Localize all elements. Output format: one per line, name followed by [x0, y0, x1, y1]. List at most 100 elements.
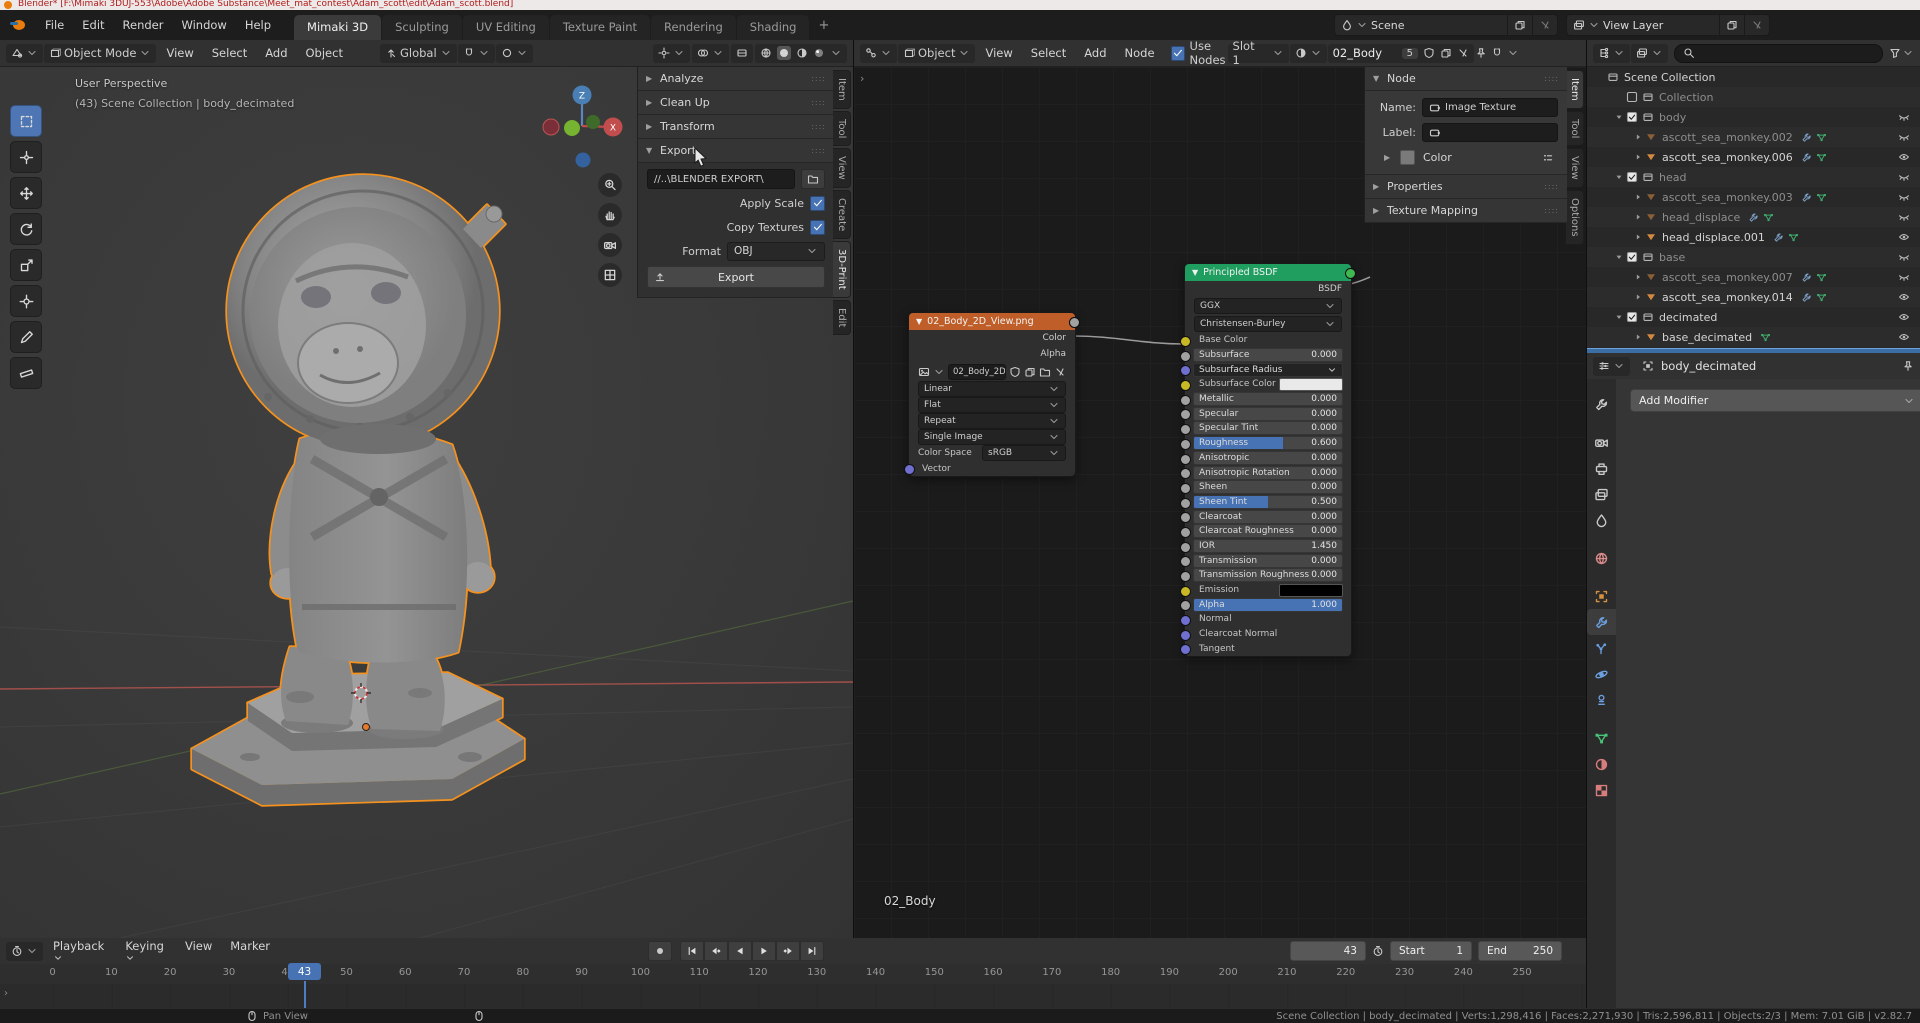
subsurface-slider[interactable]: Subsurface0.000: [1193, 348, 1343, 362]
sheen-tint-input-socket[interactable]: [1180, 498, 1191, 509]
eye-closed-icon[interactable]: [1898, 191, 1910, 203]
modifier-icon[interactable]: [1801, 272, 1812, 283]
color-swatch[interactable]: [1400, 150, 1415, 165]
tool-scale-button[interactable]: [10, 249, 42, 281]
modifier-icon[interactable]: [1801, 132, 1812, 143]
viewport-tab-edit[interactable]: Edit: [833, 300, 851, 335]
xray-toggle[interactable]: [731, 44, 753, 63]
sheen-tint-slider[interactable]: Sheen Tint0.500: [1193, 495, 1343, 509]
grip-icon[interactable]: ::::: [1544, 182, 1559, 191]
viewport-menu-object[interactable]: Object: [297, 43, 352, 63]
fake-user-icon[interactable]: [1423, 47, 1435, 59]
outliner-row-ascott-sea-monkey-006[interactable]: ascott_sea_monkey.006: [1587, 147, 1920, 167]
show-overlays-toggle[interactable]: [692, 44, 729, 63]
mesh-data-icon[interactable]: [1788, 232, 1799, 243]
modifier-icon[interactable]: [1801, 192, 1812, 203]
eye-closed-icon[interactable]: [1898, 131, 1910, 143]
timeline-ruler[interactable]: 0102030405060708090100110120130140150160…: [0, 964, 1586, 985]
image-icon[interactable]: [918, 366, 930, 378]
chevron-down-icon[interactable]: [1588, 19, 1600, 31]
tool-select-box-button[interactable]: [10, 105, 42, 137]
unlink-scene-icon[interactable]: [1539, 19, 1551, 31]
panel-texture-mapping[interactable]: ▶Texture Mapping::::: [1365, 199, 1567, 223]
eye-closed-icon[interactable]: [1898, 251, 1910, 263]
node-label-field[interactable]: [1422, 123, 1558, 142]
interpolation-dropdown[interactable]: Linear: [918, 381, 1066, 397]
prev-keyframe-button[interactable]: [704, 941, 728, 961]
node-name-field[interactable]: Image Texture: [1422, 98, 1558, 117]
eye-closed-icon[interactable]: [1898, 111, 1910, 123]
scene-selector[interactable]: Scene: [1334, 14, 1558, 36]
properties-tab-world[interactable]: [1587, 545, 1616, 571]
emission-input-socket[interactable]: [1180, 586, 1191, 597]
outliner-row-ascott-sea-monkey-007[interactable]: ascott_sea_monkey.007: [1587, 267, 1920, 287]
tool-transform-button[interactable]: [10, 285, 42, 317]
transmission-roughness-slider[interactable]: Transmission Roughness0.000: [1193, 568, 1343, 582]
toolbar-collapsed-arrow[interactable]: ›: [860, 72, 864, 85]
collection-checkbox[interactable]: [1626, 251, 1638, 263]
subsurface-color-input-socket[interactable]: [1180, 380, 1191, 391]
expand-down-icon[interactable]: [1614, 312, 1624, 322]
specular-tint-slider[interactable]: Specular Tint0.000: [1193, 421, 1343, 435]
panel-properties[interactable]: ▶Properties::::: [1365, 175, 1567, 199]
wireframe-shading-button[interactable]: [760, 47, 772, 59]
expand-right-icon[interactable]: [1633, 212, 1643, 222]
properties-tab-texture[interactable]: [1587, 777, 1616, 803]
modifier-icon[interactable]: [1773, 232, 1784, 243]
properties-tab-view-layer[interactable]: [1587, 481, 1616, 507]
viewport-tab-3d-print[interactable]: 3D-Print: [833, 241, 851, 298]
viewport-tab-item[interactable]: Item: [833, 70, 851, 109]
sheen-slider[interactable]: Sheen0.000: [1193, 480, 1343, 494]
chevron-down-icon[interactable]: [1507, 47, 1519, 59]
properties-tab-modifiers[interactable]: [1587, 609, 1616, 635]
source-dropdown[interactable]: Single Image: [918, 429, 1066, 445]
subsurface-method-dropdown[interactable]: Christensen-Burley: [1194, 316, 1342, 332]
tool-cursor-button[interactable]: [10, 141, 42, 173]
view-layer-name[interactable]: View Layer: [1603, 19, 1713, 32]
chevron-down-icon[interactable]: [1356, 19, 1368, 31]
roughness-input-socket[interactable]: [1180, 439, 1191, 450]
current-frame-badge[interactable]: 43: [288, 963, 321, 980]
material-name[interactable]: 02_Body: [1333, 46, 1397, 60]
expand-arrow-icon[interactable]: ▶: [1384, 153, 1392, 162]
subsurface-radius-dropdown[interactable]: Subsurface Radius: [1193, 363, 1343, 377]
eye-open-icon[interactable]: [1898, 311, 1910, 323]
end-frame-field[interactable]: End250: [1478, 941, 1562, 961]
menu-edit[interactable]: Edit: [73, 15, 113, 35]
clearcoat-input-socket[interactable]: [1180, 512, 1191, 523]
timeline-tracks[interactable]: ›: [0, 984, 1586, 1008]
format-dropdown[interactable]: OBJ: [727, 242, 825, 261]
pin-icon[interactable]: [1902, 360, 1914, 372]
vector-input-socket[interactable]: [904, 464, 915, 475]
new-scene-icon[interactable]: [1514, 19, 1526, 31]
sheen-input-socket[interactable]: [1180, 483, 1191, 494]
metallic-input-socket[interactable]: [1180, 395, 1191, 406]
browse-folder-button[interactable]: [801, 169, 825, 189]
specular-slider[interactable]: Specular0.000: [1193, 407, 1343, 421]
panel-analyze[interactable]: ▶Analyze::::: [638, 67, 834, 91]
eye-open-icon[interactable]: [1898, 331, 1910, 343]
properties-tab-object[interactable]: [1587, 583, 1616, 609]
menu-render[interactable]: Render: [114, 15, 173, 35]
expand-right-icon[interactable]: [1633, 292, 1643, 302]
material-users-count[interactable]: 5: [1402, 48, 1418, 59]
material-shading-button[interactable]: [796, 47, 808, 59]
eye-open-icon[interactable]: [1898, 231, 1910, 243]
outliner-search[interactable]: [1674, 44, 1883, 63]
ior-slider[interactable]: IOR1.450: [1193, 539, 1343, 553]
alpha-output-socket[interactable]: [1069, 317, 1080, 328]
properties-tab-render[interactable]: [1587, 429, 1616, 455]
outliner-row-base-decimated[interactable]: base_decimated: [1587, 327, 1920, 347]
grip-icon[interactable]: ::::: [811, 146, 826, 155]
workspace-tab-sculpting[interactable]: Sculpting: [382, 15, 462, 40]
bsdf-node-header[interactable]: ▼Principled BSDF: [1185, 264, 1351, 281]
display-mode-dropdown[interactable]: [1631, 44, 1668, 63]
next-keyframe-button[interactable]: [776, 941, 800, 961]
expand-down-icon[interactable]: [1614, 172, 1624, 182]
alpha-input-socket[interactable]: [1180, 600, 1191, 611]
image-name-field[interactable]: 02_Body_2D_Vie..: [948, 364, 1006, 380]
scene-name[interactable]: Scene: [1371, 19, 1501, 32]
tangent-input-socket[interactable]: [1180, 644, 1191, 655]
copy-icon[interactable]: [1024, 366, 1036, 378]
transmission-slider[interactable]: Transmission0.000: [1193, 554, 1343, 568]
